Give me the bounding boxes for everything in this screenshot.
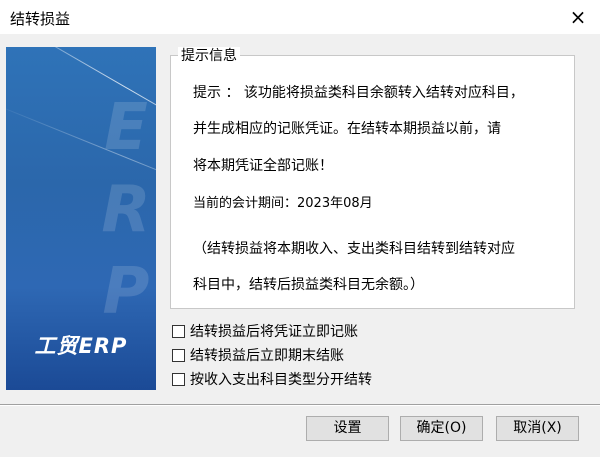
option-post-voucher-label[interactable]: 结转损益后将凭证立即记账 — [190, 321, 358, 341]
option-post-voucher-checkbox[interactable] — [172, 324, 185, 338]
period-label: 当前的会计期间： — [193, 196, 298, 211]
ok-button[interactable]: 确定(O) — [400, 416, 483, 441]
info-line-2: 并生成相应的记账凭证。在结转本期损益以前，请 — [193, 121, 501, 137]
option-period-close-label[interactable]: 结转损益后立即期末结账 — [190, 345, 344, 365]
settings-button[interactable]: 设置 — [306, 416, 389, 441]
close-icon[interactable]: × — [556, 0, 600, 34]
option-separate-transfer-checkbox[interactable] — [172, 372, 185, 386]
info-note-1: （结转损益将本期收入、支出类科目结转到结转对应 — [193, 241, 515, 257]
separator — [0, 404, 600, 406]
title-bar: 结转损益 × — [0, 0, 600, 34]
dialog-body: ERP 工贸ERP 提示信息 提示 ： 该功能将损益类科目余额转入结转对应科目，… — [0, 34, 600, 457]
info-groupbox: 提示信息 提示 ： 该功能将损益类科目余额转入结转对应科目， 并生成相应的记账凭… — [170, 47, 575, 309]
banner-logo: 工贸ERP — [34, 334, 128, 358]
option-period-close-checkbox[interactable] — [172, 348, 185, 362]
info-note-2: 科目中，结转后损益类科目无余额。） — [193, 277, 424, 293]
period-value: 2023年08月 — [297, 196, 373, 211]
info-legend: 提示信息 — [178, 47, 240, 65]
erp-banner-image: ERP 工贸ERP — [6, 47, 156, 390]
option-period-close[interactable]: 结转损益后立即期末结账 — [172, 345, 344, 365]
option-separate-transfer[interactable]: 按收入支出科目类型分开结转 — [172, 369, 372, 389]
info-line-1: 提示 ： 该功能将损益类科目余额转入结转对应科目， — [193, 85, 524, 101]
accounting-period: 当前的会计期间：2023年08月 — [193, 192, 373, 211]
banner-watermark: ERP — [101, 91, 151, 329]
window-title: 结转损益 — [10, 10, 71, 28]
cancel-button[interactable]: 取消(X) — [496, 416, 579, 441]
option-post-voucher[interactable]: 结转损益后将凭证立即记账 — [172, 321, 358, 341]
info-line-3: 将本期凭证全部记账！ — [193, 158, 333, 174]
option-separate-transfer-label[interactable]: 按收入支出科目类型分开结转 — [190, 369, 372, 389]
